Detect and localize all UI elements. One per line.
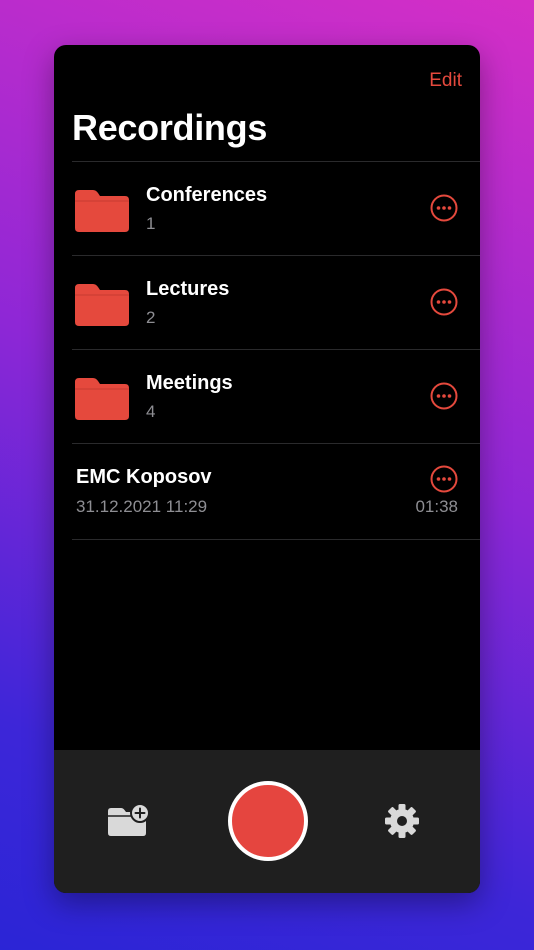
gear-icon[interactable] (384, 803, 420, 839)
edit-button[interactable]: Edit (429, 70, 462, 92)
recordings-list: Conferences 1 Lectures 2 Meetings 4 EMC … (72, 161, 480, 540)
recording-row[interactable]: EMC Koposov 31.12.2021 11:29 01:38 (72, 443, 480, 540)
folder-icon (75, 190, 129, 232)
folder-row-lectures[interactable]: Lectures 2 (72, 255, 480, 349)
record-button[interactable] (228, 781, 308, 861)
folder-plus-icon[interactable] (107, 802, 151, 838)
folder-count: 2 (146, 308, 156, 327)
folder-icon (75, 284, 129, 326)
folder-name: Lectures (146, 278, 230, 300)
page-title: Recordings (72, 107, 268, 148)
folder-row-conferences[interactable]: Conferences 1 (72, 161, 480, 255)
folder-count: 4 (146, 402, 156, 421)
folder-name: Conferences (146, 184, 268, 206)
bottom-toolbar (54, 750, 480, 893)
folder-row-meetings[interactable]: Meetings 4 (72, 349, 480, 443)
recording-date: 31.12.2021 11:29 (76, 497, 208, 516)
recording-name: EMC Koposov (76, 466, 212, 488)
more-icon[interactable] (430, 288, 458, 316)
recording-duration: 01:38 (415, 497, 458, 516)
folder-icon (75, 378, 129, 420)
more-icon[interactable] (430, 194, 458, 222)
folder-count: 1 (146, 214, 156, 233)
more-icon[interactable] (430, 465, 458, 493)
more-icon[interactable] (430, 382, 458, 410)
app-screen: Edit Recordings Conferences 1 Lectures 2… (54, 45, 480, 893)
folder-name: Meetings (146, 372, 233, 394)
